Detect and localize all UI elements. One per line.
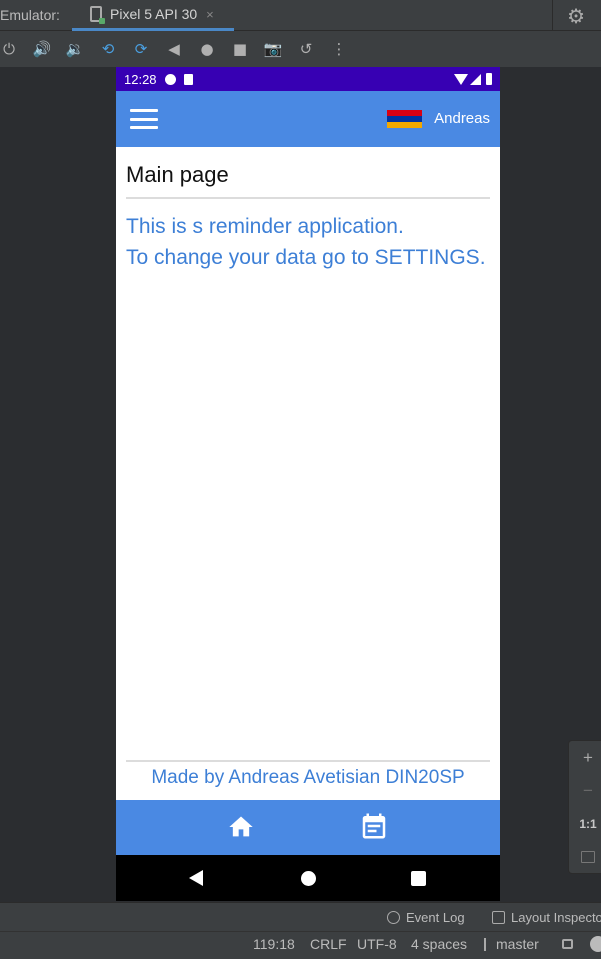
signal-icon xyxy=(470,73,481,85)
git-branch[interactable]: master xyxy=(484,936,539,952)
app-notification-icon xyxy=(164,73,176,85)
rotate-right-icon[interactable]: ⟳ xyxy=(127,35,155,63)
ide-status-bar: 119:18 CRLF UTF-8 4 spaces master xyxy=(0,931,601,959)
username-label[interactable]: Andreas xyxy=(434,110,490,127)
zoom-controls: + − 1:1 xyxy=(568,740,601,874)
event-log-button[interactable]: Event Log xyxy=(387,910,465,925)
emulator-toolbar: ⏻ 🔊 🔉 ⟲ ⟳ ◀ ● ■ 📷 ↺ ⋮ xyxy=(0,31,601,67)
page-title: Main page xyxy=(126,147,490,199)
git-branch-label: master xyxy=(496,936,539,952)
event-log-icon xyxy=(387,911,400,924)
emulator-label: Emulator: xyxy=(0,7,60,23)
file-encoding[interactable]: UTF-8 xyxy=(357,936,397,952)
power-icon[interactable]: ⏻ xyxy=(0,35,23,63)
ide-top-bar: Emulator: Pixel 5 API 30 × ⚙ xyxy=(0,0,601,31)
bottom-navigation xyxy=(116,800,500,855)
layout-inspector-label: Layout Inspector xyxy=(511,910,601,925)
device-icon xyxy=(90,6,105,24)
overview-icon[interactable]: ■ xyxy=(226,35,254,63)
battery-icon xyxy=(486,73,492,85)
android-nav-bar xyxy=(116,855,500,901)
gear-icon[interactable]: ⚙ xyxy=(567,4,585,28)
screenshot-icon[interactable]: 📷 xyxy=(259,35,287,63)
app-bar: Andreas xyxy=(116,91,500,147)
home-icon[interactable]: ● xyxy=(193,35,221,63)
fit-screen-icon xyxy=(581,850,595,863)
layout-inspector-icon xyxy=(492,911,505,924)
phone-screen: 12:28 Andreas Main page This is s remind… xyxy=(116,67,500,901)
home-button[interactable] xyxy=(301,871,316,886)
divider xyxy=(552,0,553,31)
wifi-icon xyxy=(454,73,468,85)
layout-inspector-button[interactable]: Layout Inspector xyxy=(492,910,601,925)
sd-card-icon xyxy=(183,73,193,85)
event-log-label: Event Log xyxy=(406,910,465,925)
android-status-bar: 12:28 xyxy=(116,67,500,91)
rotate-left-icon[interactable]: ⟲ xyxy=(94,35,122,63)
line-separator[interactable]: CRLF xyxy=(310,936,347,952)
recents-button[interactable] xyxy=(411,871,426,886)
lock-icon[interactable] xyxy=(562,939,573,949)
main-content: Main page This is s reminder application… xyxy=(116,147,500,271)
branch-icon xyxy=(484,938,492,951)
caret-position[interactable]: 119:18 xyxy=(253,936,295,952)
intro-line-2: To change your data go to SETTINGS. xyxy=(126,246,486,269)
more-icon[interactable]: ⋮ xyxy=(325,35,353,63)
back-button[interactable] xyxy=(189,870,203,886)
flag-stripe-orange xyxy=(387,122,422,128)
zoom-in-button[interactable]: + xyxy=(569,741,601,774)
zoom-actual-size-button[interactable]: 1:1 xyxy=(569,807,601,840)
intro-text: This is s reminder application. To chang… xyxy=(126,213,490,271)
volume-down-icon[interactable]: 🔉 xyxy=(61,35,89,63)
zoom-out-button[interactable]: − xyxy=(569,774,601,807)
status-time: 12:28 xyxy=(124,71,157,87)
volume-up-icon[interactable]: 🔊 xyxy=(28,35,56,63)
close-icon[interactable]: × xyxy=(206,7,214,22)
snapshot-icon[interactable]: ↺ xyxy=(292,35,320,63)
feedback-icon[interactable] xyxy=(590,936,601,952)
zoom-fit-button[interactable] xyxy=(569,840,601,873)
device-tab-label: Pixel 5 API 30 xyxy=(110,6,198,22)
calendar-icon[interactable] xyxy=(359,810,389,842)
intro-line-1: This is s reminder application. xyxy=(126,215,404,238)
device-tab[interactable]: Pixel 5 API 30 × xyxy=(72,0,234,31)
home-icon[interactable] xyxy=(227,813,255,841)
back-icon[interactable]: ◀ xyxy=(160,35,188,63)
tool-windows-bar: Event Log Layout Inspector xyxy=(0,902,601,931)
armenia-flag-icon xyxy=(387,110,422,128)
indent-setting[interactable]: 4 spaces xyxy=(411,936,467,952)
footer-credit: Made by Andreas Avetisian DIN20SP xyxy=(126,760,490,789)
menu-icon[interactable] xyxy=(130,109,158,129)
